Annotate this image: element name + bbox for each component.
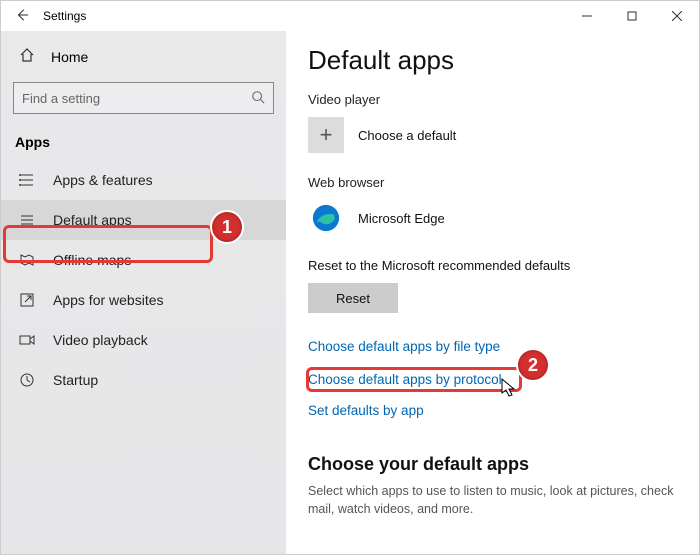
choose-paragraph: Select which apps to use to listen to mu…: [308, 483, 677, 518]
sidebar-item-apps-features[interactable]: Apps & features: [1, 160, 286, 200]
video-player-label: Video player: [308, 92, 677, 107]
reset-label: Reset to the Microsoft recommended defau…: [308, 258, 677, 273]
startup-icon: [19, 372, 35, 388]
sidebar-item-label: Offline maps: [53, 252, 131, 268]
page-heading: Default apps: [308, 45, 677, 76]
sidebar-item-startup[interactable]: Startup: [1, 360, 286, 400]
search-box[interactable]: [13, 82, 274, 114]
close-button[interactable]: [654, 1, 699, 31]
video-icon: [19, 332, 35, 348]
sidebar-item-label: Default apps: [53, 212, 132, 228]
link-file-type[interactable]: Choose default apps by file type: [308, 337, 500, 356]
back-icon[interactable]: [15, 8, 29, 25]
link-protocol[interactable]: Choose default apps by protocol: [308, 372, 502, 387]
reset-button[interactable]: Reset: [308, 283, 398, 313]
sidebar: Home Apps Apps & features Default ap: [1, 31, 286, 554]
home-label: Home: [51, 49, 88, 65]
sidebar-item-label: Apps & features: [53, 172, 153, 188]
choose-heading: Choose your default apps: [308, 454, 677, 475]
search-icon: [251, 90, 265, 107]
edge-icon: [308, 200, 344, 236]
choose-default-text: Choose a default: [358, 128, 456, 143]
sidebar-item-offline-maps[interactable]: Offline maps: [1, 240, 286, 280]
map-icon: [19, 252, 35, 268]
sidebar-item-video-playback[interactable]: Video playback: [1, 320, 286, 360]
open-icon: [19, 292, 35, 308]
content-pane: Default apps Video player + Choose a def…: [286, 31, 699, 554]
sidebar-item-label: Video playback: [53, 332, 148, 348]
sidebar-item-default-apps[interactable]: Default apps: [1, 200, 286, 240]
titlebar: Settings: [1, 1, 699, 31]
web-browser-default[interactable]: Microsoft Edge: [308, 200, 677, 236]
plus-icon: +: [308, 117, 344, 153]
window-title: Settings: [43, 9, 86, 23]
maximize-button[interactable]: [609, 1, 654, 31]
edge-label: Microsoft Edge: [358, 211, 445, 226]
home-icon: [19, 47, 35, 66]
video-player-default[interactable]: + Choose a default: [308, 117, 677, 153]
web-browser-label: Web browser: [308, 175, 677, 190]
minimize-button[interactable]: [564, 1, 609, 31]
link-set-by-app[interactable]: Set defaults by app: [308, 403, 424, 418]
settings-window: Settings Home: [0, 0, 700, 555]
sidebar-group-header: Apps: [1, 128, 286, 160]
sidebar-item-apps-websites[interactable]: Apps for websites: [1, 280, 286, 320]
sidebar-home[interactable]: Home: [1, 37, 286, 76]
sidebar-item-label: Startup: [53, 372, 98, 388]
search-input[interactable]: [22, 91, 251, 106]
list-icon: [19, 172, 35, 188]
sidebar-item-label: Apps for websites: [53, 292, 164, 308]
defaults-icon: [19, 212, 35, 228]
